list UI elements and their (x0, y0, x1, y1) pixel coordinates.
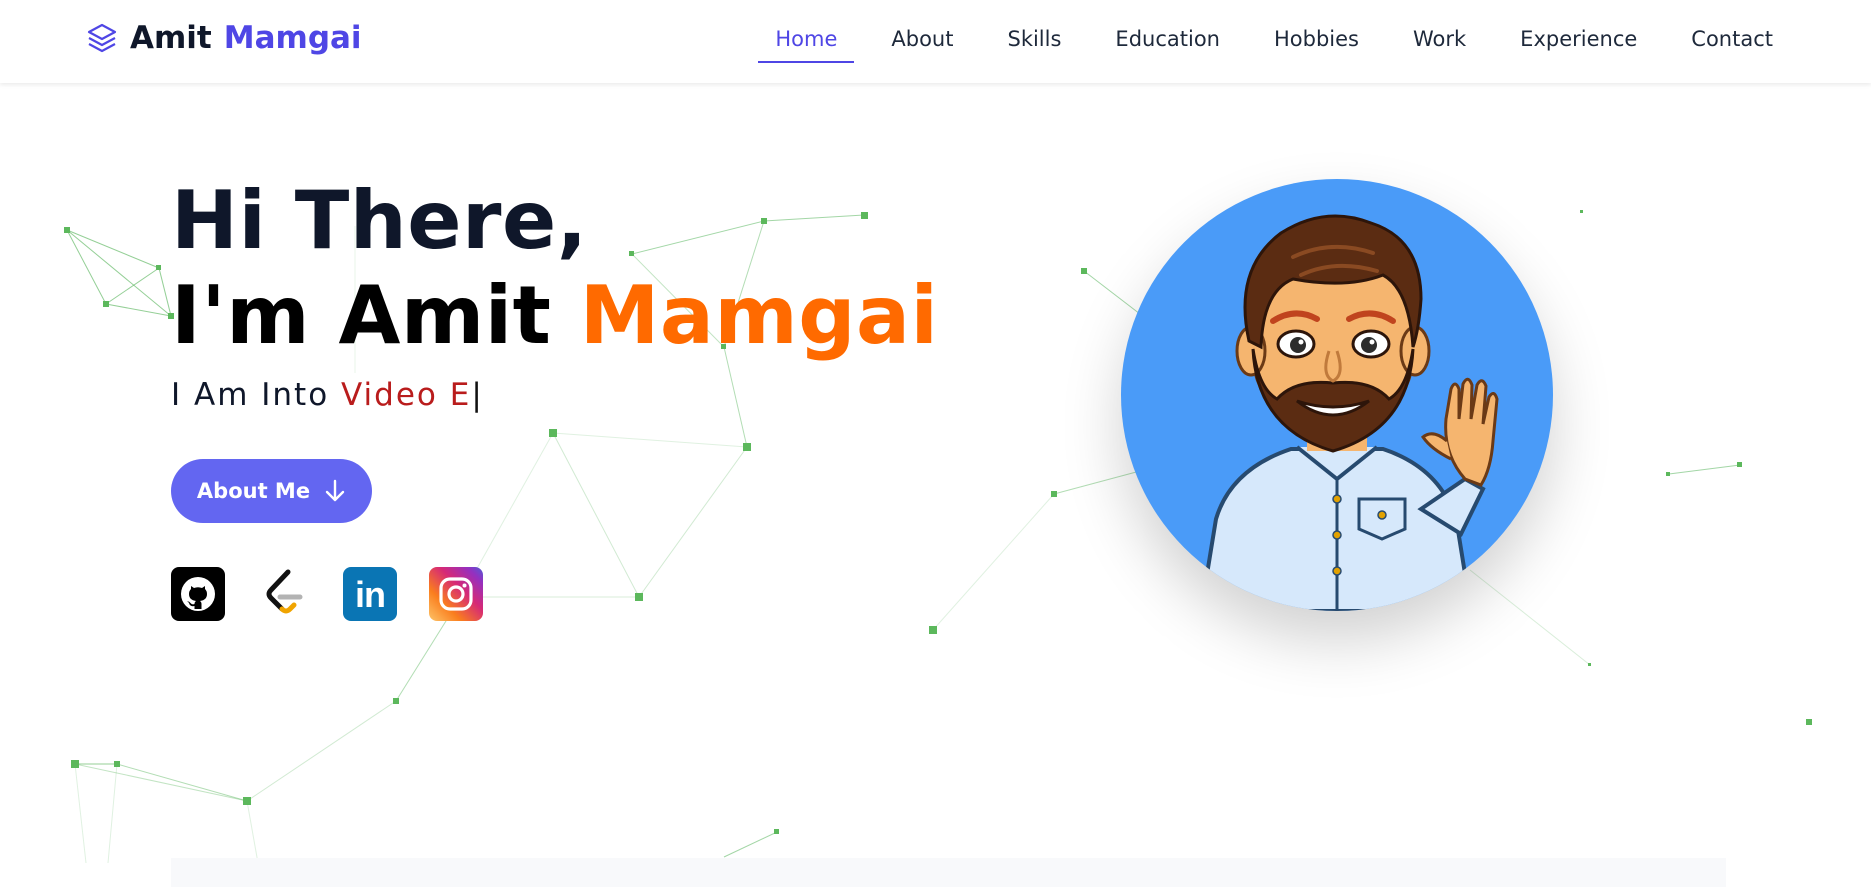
typed-text: Video E (341, 377, 472, 413)
instagram-link[interactable] (429, 567, 483, 621)
leetcode-link[interactable] (257, 567, 311, 621)
social-links: in (171, 567, 483, 621)
leetcode-icon (266, 569, 303, 614)
typing-caret: | (471, 377, 484, 413)
hero-intro: I'm Amit (171, 269, 552, 362)
about-me-label: About Me (196, 479, 311, 503)
nav-item-experience[interactable]: Experience (1493, 24, 1664, 62)
brand-last-name: Mamgai (223, 20, 362, 56)
nav-menu: Home About Skills Education Hobbies Work… (748, 24, 1800, 63)
typed-prefix: I Am Into (171, 377, 330, 413)
nav-item-education[interactable]: Education (1088, 24, 1247, 62)
github-icon (181, 577, 215, 611)
linkedin-link[interactable]: in (343, 567, 397, 621)
hero-greeting: Hi There, (171, 174, 588, 267)
nav-item-work[interactable]: Work (1386, 24, 1493, 62)
nav-item-skills[interactable]: Skills (980, 24, 1088, 62)
nav-item-hobbies[interactable]: Hobbies (1247, 24, 1386, 62)
hero-headline: Hi There, I'm Amit Mamgai (171, 173, 938, 363)
profile-avatar (1121, 179, 1553, 611)
arrow-down-icon (325, 479, 345, 502)
brand-logo[interactable]: Amit Mamgai (86, 20, 362, 56)
waving-man-avatar (1198, 214, 1499, 611)
brand-first-name: Amit (130, 20, 212, 56)
hero-section: Hi There, I'm Amit Mamgai I Am Into Vide… (0, 83, 1871, 859)
nav-item-about[interactable]: About (864, 24, 980, 62)
instagram-icon (439, 577, 473, 611)
typed-role-line: I Am Into Video E| (171, 377, 484, 413)
nav-item-home[interactable]: Home (748, 24, 864, 63)
next-section-edge (171, 858, 1726, 887)
linkedin-icon: in (355, 574, 386, 615)
nav-item-contact[interactable]: Contact (1664, 24, 1800, 62)
hero-name: Mamgai (579, 269, 939, 362)
layers-icon (87, 23, 117, 53)
about-me-button[interactable]: About Me (171, 459, 372, 523)
github-link[interactable] (171, 567, 225, 621)
top-navbar: Amit Mamgai Home About Skills Education … (0, 0, 1871, 83)
